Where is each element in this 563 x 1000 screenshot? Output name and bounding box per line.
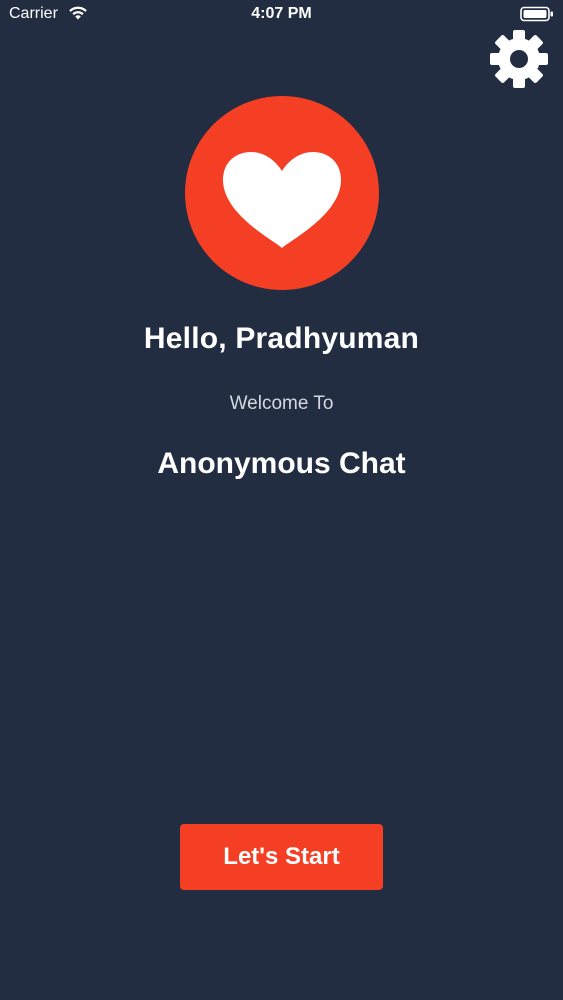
status-bar: Carrier 4:07 PM [0, 0, 563, 30]
lets-start-button[interactable]: Let's Start [180, 824, 383, 890]
battery-icon [520, 6, 553, 22]
gear-icon [490, 30, 548, 88]
heart-icon [223, 152, 341, 248]
app-logo [185, 96, 379, 290]
status-time: 4:07 PM [251, 5, 312, 22]
settings-button[interactable] [488, 28, 550, 90]
welcome-text: Welcome To [229, 393, 334, 414]
greeting-text: Hello, Pradhyuman [143, 322, 420, 355]
app-name-title: Anonymous Chat [157, 447, 406, 480]
